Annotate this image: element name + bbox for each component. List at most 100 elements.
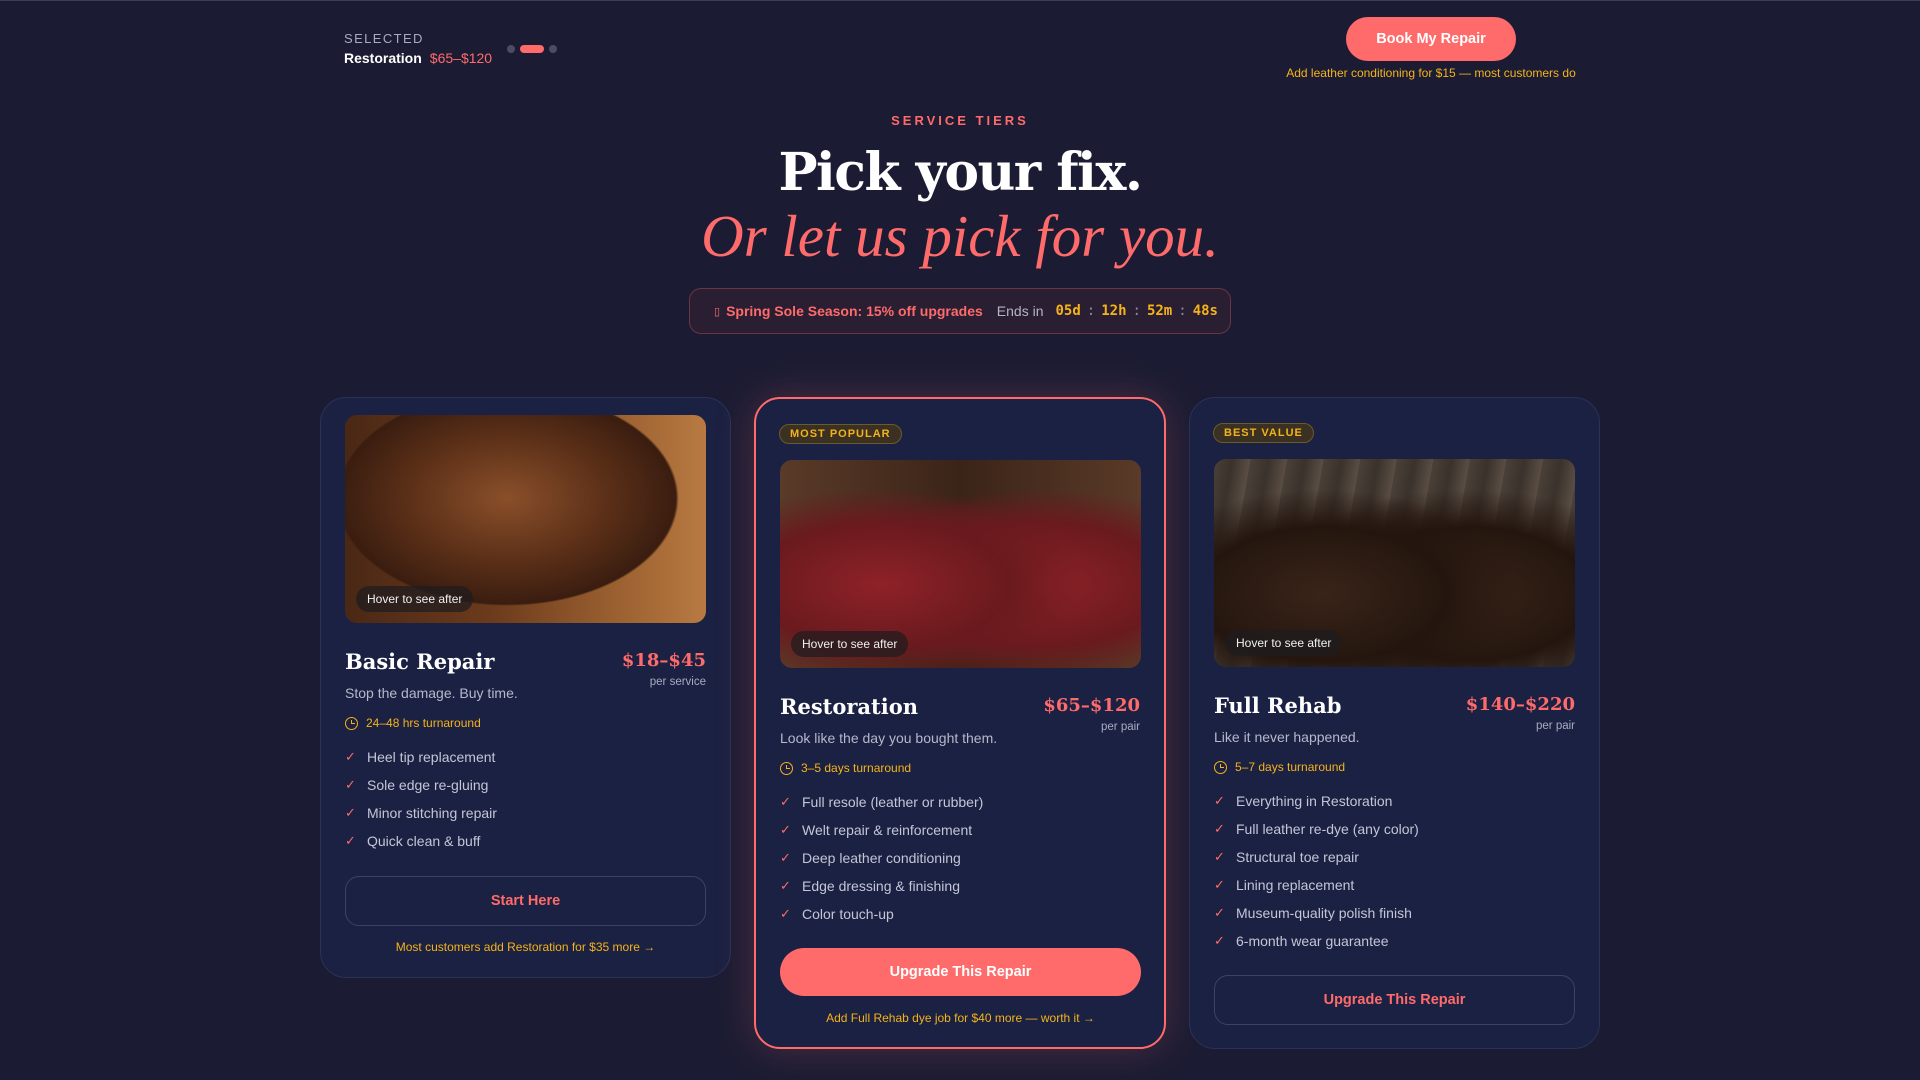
tier-price-unit: per service: [649, 676, 706, 688]
feature-item: ✓ 6-month wear guarantee: [1214, 927, 1419, 955]
book-my-repair-button[interactable]: Book My Repair: [1346, 17, 1516, 61]
feature-text: Lining replacement: [1236, 877, 1355, 893]
boots-before-photo[interactable]: Hover to see after: [780, 460, 1141, 668]
feature-item: ✓ Color touch-up: [780, 900, 983, 928]
tier-card-full-rehab[interactable]: BEST VALUE Hover to see after Full Rehab…: [1189, 397, 1600, 1049]
feature-item: ✓ Structural toe repair: [1214, 843, 1419, 871]
page-subtitle: Or let us pick for you.: [701, 203, 1219, 269]
clock-icon: [1214, 760, 1227, 774]
best-value-badge: BEST VALUE: [1213, 423, 1314, 443]
feature-text: Full leather re-dye (any color): [1236, 821, 1419, 837]
feature-text: Color touch-up: [802, 906, 894, 922]
promo-ends-label: Ends in: [996, 303, 1044, 319]
selected-tier-name: Restoration: [344, 50, 422, 66]
feature-text: Full resole (leather or rubber): [802, 794, 984, 810]
tier-tagline: Stop the damage. Buy time.: [345, 685, 518, 701]
turnaround: 3–5 days turnaround: [780, 761, 911, 775]
feature-text: Museum-quality polish finish: [1236, 905, 1412, 921]
shoes-before-photo[interactable]: Hover to see after: [1214, 459, 1575, 667]
timer-separator: :: [1086, 303, 1096, 319]
feature-item: ✓ Edge dressing & finishing: [780, 872, 983, 900]
feature-list: ✓ Full resole (leather or rubber) ✓ Welt r…: [780, 788, 983, 928]
check-icon: ✓: [780, 794, 791, 809]
most-popular-badge: MOST POPULAR: [779, 424, 902, 444]
turnaround-text: 3–5 days turnaround: [801, 761, 912, 775]
timer-hours: 12h: [1101, 303, 1127, 319]
feature-text: Everything in Restoration: [1236, 793, 1393, 809]
tier-tagline: Look like the day you bought them.: [780, 730, 998, 746]
feature-text: Deep leather conditioning: [802, 850, 961, 866]
check-icon: ✓: [1214, 905, 1225, 920]
hover-hint: Hover to see after: [1225, 630, 1343, 656]
check-icon: ✓: [345, 777, 356, 792]
timer-separator: :: [1178, 303, 1187, 319]
countdown-timer: 05d : 12h : 52m : 48s: [1055, 303, 1218, 319]
fire-icon: ▯: [714, 305, 721, 318]
turnaround: 24–48 hrs turnaround: [345, 716, 481, 730]
feature-item: ✓ Sole edge re-gluing: [345, 771, 497, 799]
selected-tier-price: $65–$120: [429, 50, 493, 66]
feature-item: ✓ Welt repair & reinforcement: [780, 816, 983, 844]
feature-text: Structural toe repair: [1236, 849, 1359, 865]
feature-text: Edge dressing & finishing: [802, 878, 960, 894]
tier-name: Restoration: [780, 694, 918, 719]
feature-text: 6-month wear guarantee: [1236, 933, 1389, 949]
check-icon: ✓: [345, 749, 356, 764]
tier-tagline: Like it never happened.: [1214, 729, 1360, 745]
section-eyebrow: SERVICE TIERS: [891, 113, 1029, 128]
upgrade-this-repair-button[interactable]: Upgrade This Repair: [780, 948, 1141, 996]
timer-seconds: 48s: [1192, 303, 1218, 319]
book-upsell-note: Add leather conditioning for $15 — most …: [1286, 66, 1576, 80]
feature-item: ✓ Deep leather conditioning: [780, 844, 983, 872]
tier-name: Full Rehab: [1214, 693, 1342, 718]
hover-hint: Hover to see after: [356, 586, 474, 612]
step-dot-1[interactable]: [507, 45, 515, 53]
feature-item: ✓ Full resole (leather or rubber): [780, 788, 983, 816]
turnaround-text: 5–7 days turnaround: [1235, 760, 1346, 774]
clock-icon: [780, 761, 793, 775]
feature-text: Welt repair & reinforcement: [802, 822, 973, 838]
check-icon: ✓: [780, 906, 791, 921]
hover-hint: Hover to see after: [791, 631, 909, 657]
feature-item: ✓ Lining replacement: [1214, 871, 1419, 899]
step-dot-3[interactable]: [549, 45, 557, 53]
tier-price: $140–$220: [1465, 694, 1575, 715]
tier-price: $18–$45: [621, 650, 706, 671]
promo-text: Spring Sole Season: 15% off upgrades: [726, 303, 983, 319]
timer-days: 05d: [1055, 303, 1081, 319]
check-icon: ✓: [1214, 849, 1225, 864]
tier-price-unit: per pair: [1101, 721, 1140, 733]
start-here-button[interactable]: Start Here: [345, 876, 706, 926]
promo-banner: ▯ Spring Sole Season: 15% off upgrades E…: [689, 288, 1231, 334]
check-icon: ✓: [1214, 821, 1225, 836]
selected-summary: SELECTED Restoration $65–$120: [344, 31, 492, 66]
check-icon: ✓: [1214, 933, 1225, 948]
check-icon: ✓: [1214, 877, 1225, 892]
tier-card-basic[interactable]: Hover to see after Basic Repair $18–$45 …: [320, 397, 731, 978]
tier-step-indicator: [507, 45, 557, 53]
upsell-link[interactable]: Most customers add Restoration for $35 m…: [345, 940, 706, 954]
feature-list: ✓ Everything in Restoration ✓ Full leather…: [1214, 787, 1419, 955]
upgrade-this-repair-button[interactable]: Upgrade This Repair: [1214, 975, 1575, 1025]
feature-text: Heel tip replacement: [367, 749, 496, 765]
feature-text: Minor stitching repair: [367, 805, 497, 821]
tier-price-unit: per pair: [1536, 720, 1575, 732]
feature-text: Sole edge re-gluing: [367, 777, 489, 793]
step-dot-2-active[interactable]: [520, 45, 544, 53]
tier-name: Basic Repair: [345, 649, 495, 674]
selected-label: SELECTED: [344, 31, 424, 46]
tier-card-restoration[interactable]: MOST POPULAR Hover to see after Restorat…: [754, 397, 1166, 1049]
clock-icon: [345, 716, 358, 730]
feature-item: ✓ Heel tip replacement: [345, 743, 497, 771]
check-icon: ✓: [780, 822, 791, 837]
feature-item: ✓ Full leather re-dye (any color): [1214, 815, 1419, 843]
timer-minutes: 52m: [1146, 303, 1173, 319]
upsell-link[interactable]: Add Full Rehab dye job for $40 more — wo…: [780, 1011, 1141, 1025]
feature-item: ✓ Museum-quality polish finish: [1214, 899, 1419, 927]
turnaround-text: 24–48 hrs turnaround: [366, 716, 481, 730]
turnaround: 5–7 days turnaround: [1214, 760, 1345, 774]
check-icon: ✓: [345, 805, 356, 820]
page-title: Pick your fix.: [778, 142, 1143, 203]
check-icon: ✓: [780, 878, 791, 893]
boot-before-photo[interactable]: Hover to see after: [345, 415, 706, 623]
